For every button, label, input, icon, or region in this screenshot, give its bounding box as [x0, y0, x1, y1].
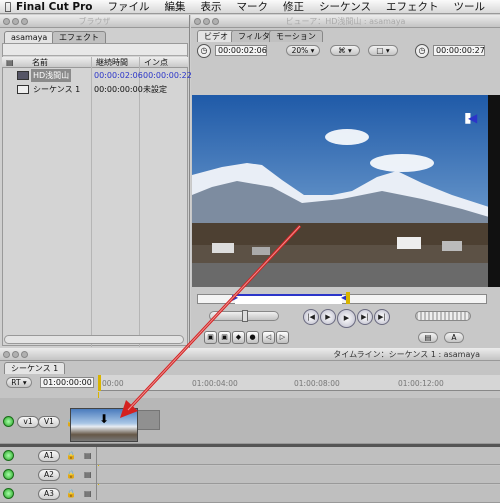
drag-arrow-overlay: [120, 224, 302, 418]
